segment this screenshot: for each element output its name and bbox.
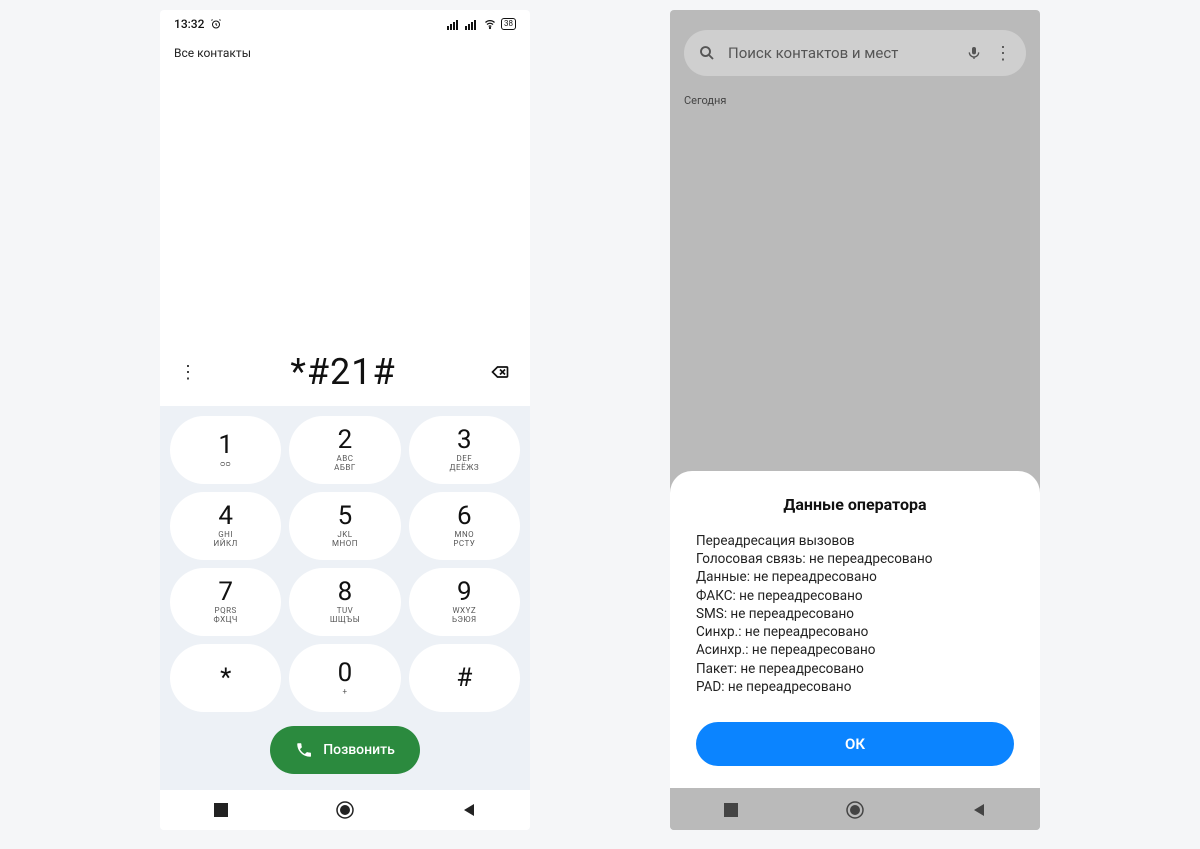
sheet-line: Голосовая связь: не переадресовано (696, 550, 1014, 568)
nav-recent-icon[interactable] (214, 803, 228, 817)
key-1[interactable]: 1 ᴑᴑ (170, 416, 281, 484)
key-sub: ABC АБВГ (334, 455, 356, 473)
nav-home-icon[interactable] (336, 801, 354, 819)
key-digit: 6 (457, 503, 472, 529)
key-7[interactable]: 7 PQRS ФХЦЧ (170, 568, 281, 636)
phone-icon (295, 741, 313, 759)
key-8[interactable]: 8 TUV ШЩЪЫ (289, 568, 400, 636)
key-digit: 8 (338, 579, 353, 605)
key-0[interactable]: 0+ (289, 644, 400, 712)
key-digit: * (220, 665, 231, 691)
call-button[interactable]: Позвонить (270, 726, 420, 774)
key-sub: PQRS ФХЦЧ (213, 607, 237, 625)
mic-icon[interactable] (966, 44, 982, 62)
keypad-area: 1 ᴑᴑ 2 ABC АБВГ 3 DEF ДЕЁЖЗ 4 GHI ИЙКЛ 5 JKL МНОП… (160, 406, 530, 790)
key-sub: GHI ИЙКЛ (214, 531, 238, 549)
call-label: Позвонить (323, 742, 395, 758)
sheet-line: ФАКС: не переадресовано (696, 587, 1014, 605)
key-*[interactable]: * (170, 644, 281, 712)
section-today: Сегодня (670, 76, 1040, 107)
key-digit: 7 (218, 579, 233, 605)
signal-icon-2 (465, 18, 479, 30)
signal-icon (447, 18, 461, 30)
key-4[interactable]: 4 GHI ИЙКЛ (170, 492, 281, 560)
nav-recent-icon[interactable] (724, 803, 738, 817)
key-digit: 1 (218, 432, 233, 458)
all-contacts-label: Все контакты (160, 38, 530, 60)
key-digit: 3 (457, 427, 472, 453)
sheet-line: SMS: не переадресовано (696, 605, 1014, 623)
key-3[interactable]: 3 DEF ДЕЁЖЗ (409, 416, 520, 484)
sheet-line: Данные: не переадресовано (696, 568, 1014, 586)
nav-home-icon[interactable] (846, 801, 864, 819)
wifi-icon (483, 18, 497, 30)
key-sub: WXYZ ЬЭЮЯ (452, 607, 477, 625)
key-2[interactable]: 2 ABC АБВГ (289, 416, 400, 484)
nav-bar (670, 790, 1040, 830)
phone-dialer: 13:32 38 Все контакты ⋮ *#21# (160, 10, 530, 830)
nav-back-icon[interactable] (462, 803, 476, 817)
dialed-number: *#21# (198, 351, 488, 393)
sheet-line: Пакет: не переадресовано (696, 660, 1014, 678)
sheet-title: Данные оператора (696, 495, 1014, 514)
key-6[interactable]: 6 MNO РСТУ (409, 492, 520, 560)
empty-area (160, 60, 530, 346)
key-sub: TUV ШЩЪЫ (330, 607, 360, 625)
battery-icon: 38 (501, 18, 516, 30)
more-icon[interactable]: ⋮ (178, 362, 198, 383)
status-time: 13:32 (174, 17, 204, 31)
key-digit: 5 (338, 503, 353, 529)
sheet-line: PAD: не переадресовано (696, 678, 1014, 696)
search-bar[interactable]: Поиск контактов и мест ⋮ (684, 30, 1026, 76)
key-digit: 4 (218, 503, 233, 529)
key-digit: # (456, 665, 472, 691)
phone-result: Поиск контактов и мест ⋮ Сегодня Данные … (670, 10, 1040, 830)
search-placeholder: Поиск контактов и мест (728, 44, 954, 62)
status-bar: 13:32 38 (160, 10, 530, 38)
sheet-line: Синхр.: не переадресовано (696, 623, 1014, 641)
search-icon (698, 44, 716, 62)
nav-bar (160, 790, 530, 830)
key-sub: MNO РСТУ (453, 531, 475, 549)
key-5[interactable]: 5 JKL МНОП (289, 492, 400, 560)
backspace-icon[interactable] (488, 362, 512, 382)
key-#[interactable]: # (409, 644, 520, 712)
key-sub: ᴑᴑ (220, 460, 231, 469)
key-digit: 2 (338, 427, 353, 453)
sheet-line: Переадресация вызовов (696, 532, 1014, 550)
ok-button[interactable]: ОК (696, 722, 1014, 766)
key-digit: 9 (457, 579, 472, 605)
dial-display: ⋮ *#21# (160, 346, 530, 406)
key-sub: JKL МНОП (332, 531, 358, 549)
key-9[interactable]: 9 WXYZ ЬЭЮЯ (409, 568, 520, 636)
key-sub: DEF ДЕЁЖЗ (450, 455, 480, 473)
key-digit: 0 (338, 660, 353, 686)
sheet-line: Асинхр.: не переадресовано (696, 641, 1014, 659)
nav-back-icon[interactable] (972, 803, 986, 817)
overflow-icon[interactable]: ⋮ (994, 43, 1012, 64)
sheet-body: Переадресация вызововГолосовая связь: не… (696, 532, 1014, 696)
key-sub: + (342, 688, 347, 697)
operator-sheet: Данные оператора Переадресация вызововГо… (670, 471, 1040, 788)
keypad: 1 ᴑᴑ 2 ABC АБВГ 3 DEF ДЕЁЖЗ 4 GHI ИЙКЛ 5 JKL МНОП… (166, 416, 524, 712)
alarm-icon (210, 18, 222, 30)
